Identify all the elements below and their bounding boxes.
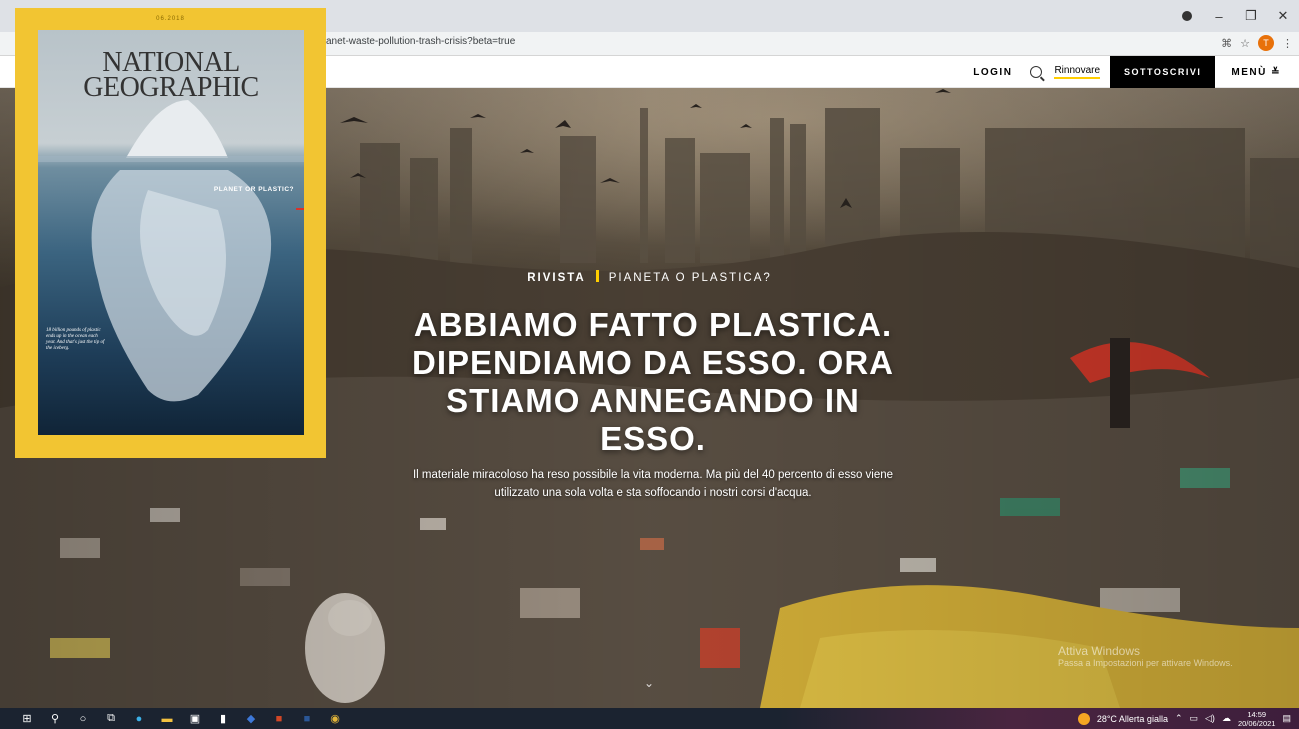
scroll-down-icon[interactable]: ⌄ xyxy=(644,676,654,690)
weather-text[interactable]: 28°C Allerta gialla xyxy=(1097,714,1168,724)
clock-date: 20/06/2021 xyxy=(1237,718,1276,728)
tray-chevron-icon[interactable]: ⌃ xyxy=(1175,713,1183,724)
magazine-cover: 06.2018 NATIONAL GEOGRAPHIC PLANET OR PL… xyxy=(15,8,326,458)
kicker-separator xyxy=(595,270,599,282)
search-icon[interactable]: ⚲ xyxy=(48,712,62,726)
cover-note: 18 billion pounds of plastic ends up in … xyxy=(46,328,105,351)
kicker-topic: PIANETA O PLASTICA? xyxy=(608,272,772,284)
system-clock[interactable]: 14:59 20/06/2021 xyxy=(1238,710,1276,728)
chevron-down-icon: ≚ xyxy=(1271,66,1281,78)
system-tray: 28°C Allerta gialla ⌃ ▭ ◁) ☁ 14:59 20/06… xyxy=(1077,708,1291,729)
cover-date: 06.2018 xyxy=(156,16,185,22)
cover-artwork: NATIONAL GEOGRAPHIC PLANET OR PLASTIC? 1… xyxy=(38,30,304,435)
window-controls: – ❐ ✕ xyxy=(1171,0,1299,32)
watermark-subtitle: Passa a Impostazioni per attivare Window… xyxy=(1058,658,1233,668)
minimize-button[interactable]: – xyxy=(1203,0,1235,32)
star-icon[interactable]: ☆ xyxy=(1240,37,1250,50)
cover-masthead: NATIONAL GEOGRAPHIC xyxy=(38,49,304,103)
notification-icon[interactable]: ▤ xyxy=(1282,713,1291,724)
file-explorer-icon[interactable]: ▬ xyxy=(160,712,174,726)
close-button[interactable]: ✕ xyxy=(1267,0,1299,32)
subscribe-button[interactable]: SOTTOSCRIVI xyxy=(1110,56,1216,88)
teams-icon[interactable]: ◆ xyxy=(244,712,258,726)
cover-tagline: PLANET OR PLASTIC? xyxy=(213,186,294,193)
site-nav: LOGIN Rinnovare SOTTOSCRIVI MENÙ ≚ xyxy=(973,56,1299,88)
onedrive-icon[interactable]: ☁ xyxy=(1222,713,1231,724)
article-headline: ABBIAMO FATTO PLASTICA. DIPENDIAMO DA ES… xyxy=(412,306,894,457)
url-text[interactable]: anet-waste-pollution-trash-crisis?beta=t… xyxy=(326,36,515,47)
watermark-title: Attiva Windows xyxy=(1058,644,1141,658)
edge-icon[interactable]: ● xyxy=(132,712,146,726)
login-link[interactable]: LOGIN xyxy=(973,67,1012,78)
windows-start-icon[interactable]: ⊞ xyxy=(20,712,34,726)
volume-icon[interactable]: ◁) xyxy=(1205,713,1215,724)
account-indicator-icon[interactable] xyxy=(1171,0,1203,32)
cortana-icon[interactable]: ○ xyxy=(76,712,90,726)
chrome-icon[interactable]: ◉ xyxy=(328,712,342,726)
windows-taskbar: ⊞ ⚲ ○ ⧉ ● ▬ ▣ ▮ ◆ ■ ■ ◉ 28°C Allerta gia… xyxy=(0,708,1299,729)
network-icon[interactable]: ▭ xyxy=(1190,713,1199,724)
kicker-section-link[interactable]: RIVISTA xyxy=(527,272,586,284)
profile-icon[interactable]: T xyxy=(1258,35,1274,51)
word-icon[interactable]: ■ xyxy=(300,712,314,726)
menu-label: MENÙ xyxy=(1231,66,1267,78)
task-view-icon[interactable]: ⧉ xyxy=(104,712,118,726)
clock-time: 14:59 xyxy=(1247,709,1267,719)
address-bar-actions: ⌘ ☆ T ⋮ xyxy=(1221,35,1293,51)
translate-icon[interactable]: ⌘ xyxy=(1221,37,1232,50)
masthead-line-2: GEOGRAPHIC xyxy=(83,72,259,103)
restore-button[interactable]: ❐ xyxy=(1235,0,1267,32)
cover-pointer-mark xyxy=(296,208,304,210)
usb-icon[interactable]: ▮ xyxy=(216,712,230,726)
weather-icon[interactable] xyxy=(1077,712,1090,725)
more-icon[interactable]: ⋮ xyxy=(1282,37,1293,50)
article-dek: Il materiale miracoloso ha reso possibil… xyxy=(412,469,894,499)
menu-button[interactable]: MENÙ ≚ xyxy=(1215,67,1299,78)
renew-link[interactable]: Rinnovare xyxy=(1054,65,1101,79)
taskbar-apps: ⊞ ⚲ ○ ⧉ ● ▬ ▣ ▮ ◆ ■ ■ ◉ xyxy=(20,708,342,729)
powerpoint-icon[interactable]: ■ xyxy=(272,712,286,726)
store-icon[interactable]: ▣ xyxy=(188,712,202,726)
windows-activation-watermark: Attiva Windows Passa a Impostazioni per … xyxy=(1058,644,1233,668)
search-icon[interactable] xyxy=(1030,66,1043,78)
